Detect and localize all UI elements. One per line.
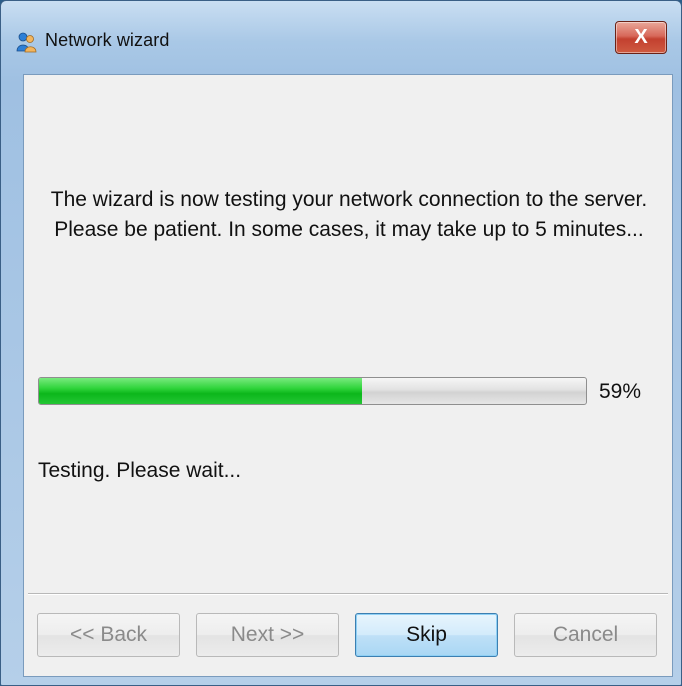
people-icon (15, 31, 37, 53)
window-title: Network wizard (45, 30, 170, 50)
progress-bar (38, 377, 587, 405)
cancel-button[interactable]: Cancel (514, 613, 657, 657)
status-text: Testing. Please wait... (38, 459, 242, 482)
progress-bar-fill (39, 378, 362, 404)
separator-line (28, 593, 668, 595)
close-button[interactable]: X (615, 21, 667, 54)
network-wizard-window: Network wizard X The wizard is now testi… (0, 0, 682, 686)
title-bar[interactable]: Network wizard X (1, 1, 681, 71)
skip-button[interactable]: Skip (355, 613, 498, 657)
back-button[interactable]: << Back (37, 613, 180, 657)
next-button[interactable]: Next >> (196, 613, 339, 657)
close-icon: X (634, 26, 648, 48)
wizard-message: The wizard is now testing your network c… (50, 188, 648, 241)
wizard-content-panel: The wizard is now testing your network c… (23, 74, 673, 677)
progress-percentage: 59% (599, 380, 642, 403)
